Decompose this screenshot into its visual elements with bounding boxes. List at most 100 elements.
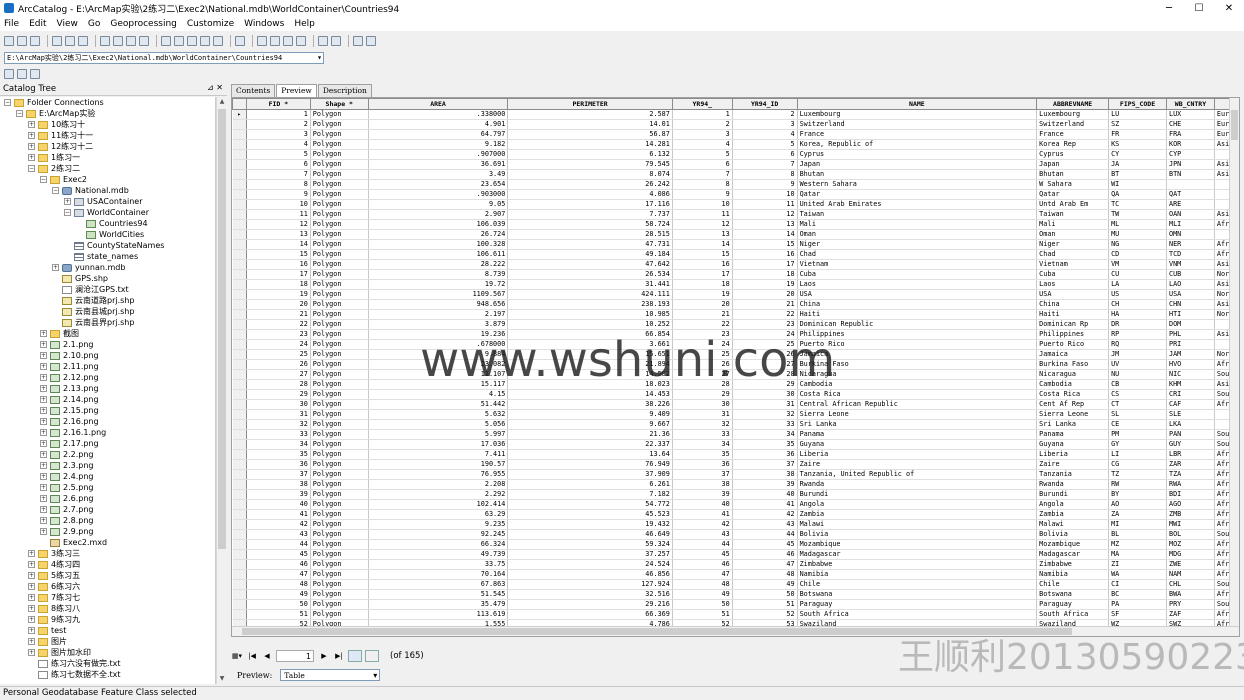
row-selector[interactable] [232,319,247,330]
table-row[interactable]: 32 Polygon 5.056 9.667 32 33 Sri Lanka Sri Lank… [232,419,1239,430]
maximize-button[interactable]: ☐ [1184,0,1214,16]
show-all-records-icon[interactable] [348,649,362,662]
expand-icon[interactable]: + [28,550,35,557]
table-row[interactable]: 35 Polygon 7.411 13.64 35 36 Liberia Liberia LI L… [232,449,1239,460]
table-vertical-scrollbar[interactable] [1229,98,1239,626]
table-row[interactable]: 25 Polygon 9.884 15.651 25 26 Jamaica Jamaica JM… [232,349,1239,360]
expand-icon[interactable]: + [28,649,35,656]
table-row[interactable]: 30 Polygon 51.442 38.226 30 31 Central African… [232,399,1239,410]
expand-icon[interactable]: + [40,451,47,458]
expand-icon[interactable]: + [40,429,47,436]
row-selector[interactable] [232,339,247,350]
table-row[interactable]: 20 Polygon 948.656 238.193 20 21 China China CH C… [232,299,1239,310]
forward-icon[interactable] [331,36,341,46]
expand-icon[interactable]: + [40,418,47,425]
table-row[interactable]: 12 Polygon 106.039 58.724 12 13 Mali Mali ML MLI A… [232,219,1239,230]
tree-node[interactable]: GPS.shp [0,273,215,284]
expand-icon[interactable]: + [28,638,35,645]
table-row[interactable]: 3 Polygon 64.797 56.87 3 4 France France FR FRA Eu… [232,129,1239,140]
table-row[interactable]: 41 Polygon 63.29 45.523 41 42 Zambia Zambia ZA ZM… [232,509,1239,520]
delete-icon[interactable] [78,36,88,46]
row-selector[interactable] [232,559,247,570]
tree-node[interactable]: +2.13.png [0,383,215,394]
table-row[interactable]: 51 Polygon 113.619 66.369 51 52 South Africa So… [232,609,1239,620]
expand-icon[interactable]: + [28,121,35,128]
expand-icon[interactable]: + [40,407,47,414]
tree-node[interactable]: +1练习一 [0,152,215,163]
tree-node[interactable]: +2.7.png [0,504,215,515]
paste-icon[interactable] [65,36,75,46]
identify-icon[interactable] [353,36,363,46]
expand-icon[interactable]: + [40,440,47,447]
table-row[interactable]: 21 Polygon 2.197 10.985 21 22 Haiti Haiti HA HTI N… [232,309,1239,320]
row-selector[interactable] [232,489,247,500]
tree-node[interactable]: 练习七数据不全.txt [0,669,215,680]
row-selector[interactable] [232,249,247,260]
table-row[interactable]: 17 Polygon 8.739 26.534 17 18 Cuba Cuba CU CUB Nor [232,269,1239,280]
tree-node[interactable]: +2.12.png [0,372,215,383]
row-selector[interactable] [232,149,247,160]
menu-windows[interactable]: Windows [244,19,284,29]
table-row[interactable]: 42 Polygon 9.235 19.432 42 43 Malawi Malawi MI MW… [232,519,1239,530]
tree-node[interactable]: − Folder Connections [0,97,215,108]
table-row[interactable]: 27 Polygon 11.107 14.582 27 28 Nicaragua Nicara… [232,369,1239,380]
expand-icon[interactable]: + [40,396,47,403]
expand-icon[interactable]: + [28,616,35,623]
column-header[interactable]: FIPS_CODE [1108,98,1167,110]
row-selector[interactable] [232,429,247,440]
tree-node[interactable]: − National.mdb [0,185,215,196]
table-row[interactable]: 18 Polygon 19.72 31.441 18 19 Laos Laos LA LAO Asi [232,279,1239,290]
row-selector[interactable] [232,589,247,600]
create-thumbnail-icon[interactable] [366,36,376,46]
current-row-indicator-icon[interactable]: ▸ [232,109,247,120]
expand-icon[interactable]: + [28,143,35,150]
row-selector[interactable] [232,289,247,300]
expand-icon[interactable]: + [40,352,47,359]
tree-node[interactable]: +5练习五 [0,570,215,581]
table-row[interactable]: 13 Polygon 26.724 28.515 13 14 Oman Oman MU OMN [232,229,1239,240]
details-icon[interactable] [126,36,136,46]
expand-icon[interactable]: + [52,264,59,271]
auto-hide-pin-icon[interactable]: ⊿ ✕ [207,83,223,92]
expand-icon[interactable]: + [28,605,35,612]
disconnect-folder-icon[interactable] [30,36,40,46]
table-row[interactable]: 16 Polygon 28.222 47.642 16 17 Vietnam Vietnam V… [232,259,1239,270]
table-row[interactable]: 49 Polygon 51.545 32.516 49 50 Botswana Botswan… [232,589,1239,600]
row-selector[interactable] [232,549,247,560]
expand-icon[interactable]: + [40,495,47,502]
arctoolbox-icon[interactable] [200,36,210,46]
expand-icon[interactable]: + [40,462,47,469]
tree-node[interactable]: 练习六没有做完.txt [0,658,215,669]
zoom-out-icon[interactable] [270,36,280,46]
row-selector-header[interactable] [232,98,247,110]
collapse-icon[interactable]: − [64,209,71,216]
row-selector[interactable] [232,599,247,610]
row-selector[interactable] [232,539,247,550]
column-header[interactable]: AREA [367,98,509,110]
expand-icon[interactable]: + [40,506,47,513]
row-selector[interactable] [232,509,247,520]
tree-node[interactable]: Exec2.mxd [0,537,215,548]
table-row[interactable]: 9 Polygon .903000 4.086 9 10 Qatar Qatar QA QAT [232,189,1239,200]
table-row[interactable]: 43 Polygon 92.245 46.649 43 44 Bolivia Bolivia B… [232,529,1239,540]
menu-geoprocessing[interactable]: Geoprocessing [110,19,177,29]
tree-node[interactable]: +2.9.png [0,526,215,537]
current-record-input[interactable]: 1 [276,649,314,662]
tree-node[interactable]: +2.17.png [0,438,215,449]
row-selector[interactable] [232,479,247,490]
row-selector[interactable] [232,119,247,130]
table-row[interactable]: 31 Polygon 5.632 9.409 31 32 Sierra Leone Sierr… [232,409,1239,420]
minimize-button[interactable]: ─ [1154,0,1184,16]
expand-icon[interactable]: + [28,583,35,590]
expand-icon[interactable]: + [28,627,35,634]
table-row[interactable]: 14 Polygon 100.328 47.731 14 15 Niger Niger NG NE… [232,239,1239,250]
tree-node[interactable]: − WorldContainer [0,207,215,218]
tree-node[interactable]: − E:\ArcMap实验 [0,108,215,119]
connect-folder-icon[interactable] [17,36,27,46]
pan-icon[interactable] [283,36,293,46]
table-row[interactable]: 4 Polygon 9.182 14.281 4 5 Korea, Republic of K… [232,139,1239,150]
table-row[interactable]: 44 Polygon 66.324 59.324 44 45 Mozambique Mozam… [232,539,1239,550]
expand-icon[interactable]: + [28,594,35,601]
row-selector[interactable] [232,459,247,470]
row-selector[interactable] [232,219,247,230]
